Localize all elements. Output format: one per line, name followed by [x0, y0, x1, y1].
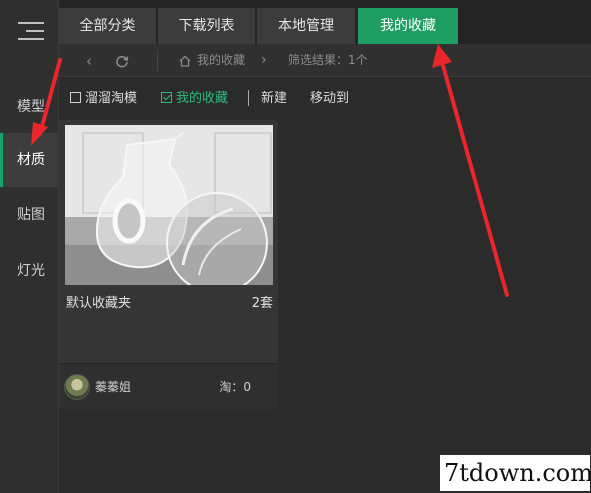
left-sidebar: 模型 材质 贴图 灯光 [0, 0, 59, 493]
breadcrumb-favorites[interactable]: 我的收藏 [197, 44, 245, 77]
favorites-filter-checkbox[interactable]: 我的收藏 [161, 90, 228, 108]
avatar[interactable] [64, 374, 90, 400]
tab-all-categories[interactable]: 全部分类 [59, 8, 156, 44]
nav-bar: ‹ 我的收藏 › 筛选结果：1个 [59, 44, 591, 77]
folder-name: 默认收藏夹 [66, 296, 132, 311]
sidebar-item-light[interactable]: 灯光 [0, 244, 58, 298]
tab-bar: 全部分类 下载列表 本地管理 我的收藏 [59, 0, 591, 44]
back-icon[interactable]: ‹ [79, 51, 99, 71]
refresh-icon[interactable] [112, 51, 132, 71]
liuliu-filter-checkbox[interactable]: 溜溜淘模 [70, 90, 137, 108]
checkbox-icon [70, 92, 81, 103]
favorites-label: 我的收藏 [176, 91, 229, 106]
sidebar-item-label: 灯光 [17, 263, 45, 279]
tab-local-management[interactable]: 本地管理 [257, 8, 355, 44]
menu-icon[interactable] [18, 22, 44, 40]
folder-count: 2套 [251, 296, 273, 311]
chevron-right-icon: › [261, 52, 267, 68]
toolbar: 溜溜淘模 我的收藏 新建 移动到 [59, 78, 591, 120]
liuliu-label: 溜溜淘模 [85, 91, 138, 106]
tao-count: 淘：0 [219, 380, 251, 394]
filter-result: 筛选结果：1个 [288, 53, 368, 67]
folder-thumbnail [65, 125, 273, 285]
watermark: 7tdown.com [440, 455, 591, 491]
sidebar-item-label: 模型 [17, 99, 45, 115]
tab-my-favorites[interactable]: 我的收藏 [358, 8, 458, 44]
checkbox-checked-icon [161, 92, 172, 103]
new-folder-button[interactable]: 新建 [261, 90, 287, 108]
sidebar-item-model[interactable]: 模型 [0, 80, 58, 134]
sidebar-item-label: 贴图 [17, 207, 45, 223]
home-icon[interactable] [175, 51, 195, 71]
tab-download-list[interactable]: 下载列表 [158, 8, 255, 44]
move-to-button[interactable]: 移动到 [310, 90, 349, 108]
sidebar-item-texture[interactable]: 贴图 [0, 188, 58, 242]
user-name[interactable]: 蓁蓁姐 [95, 378, 131, 395]
favorite-folder-card[interactable]: 默认收藏夹 2套 蓁蓁姐 淘：0 [59, 120, 278, 409]
card-footer: 蓁蓁姐 淘：0 [59, 363, 278, 409]
sidebar-item-label: 材质 [17, 152, 45, 168]
sidebar-item-material[interactable]: 材质 [0, 133, 58, 187]
